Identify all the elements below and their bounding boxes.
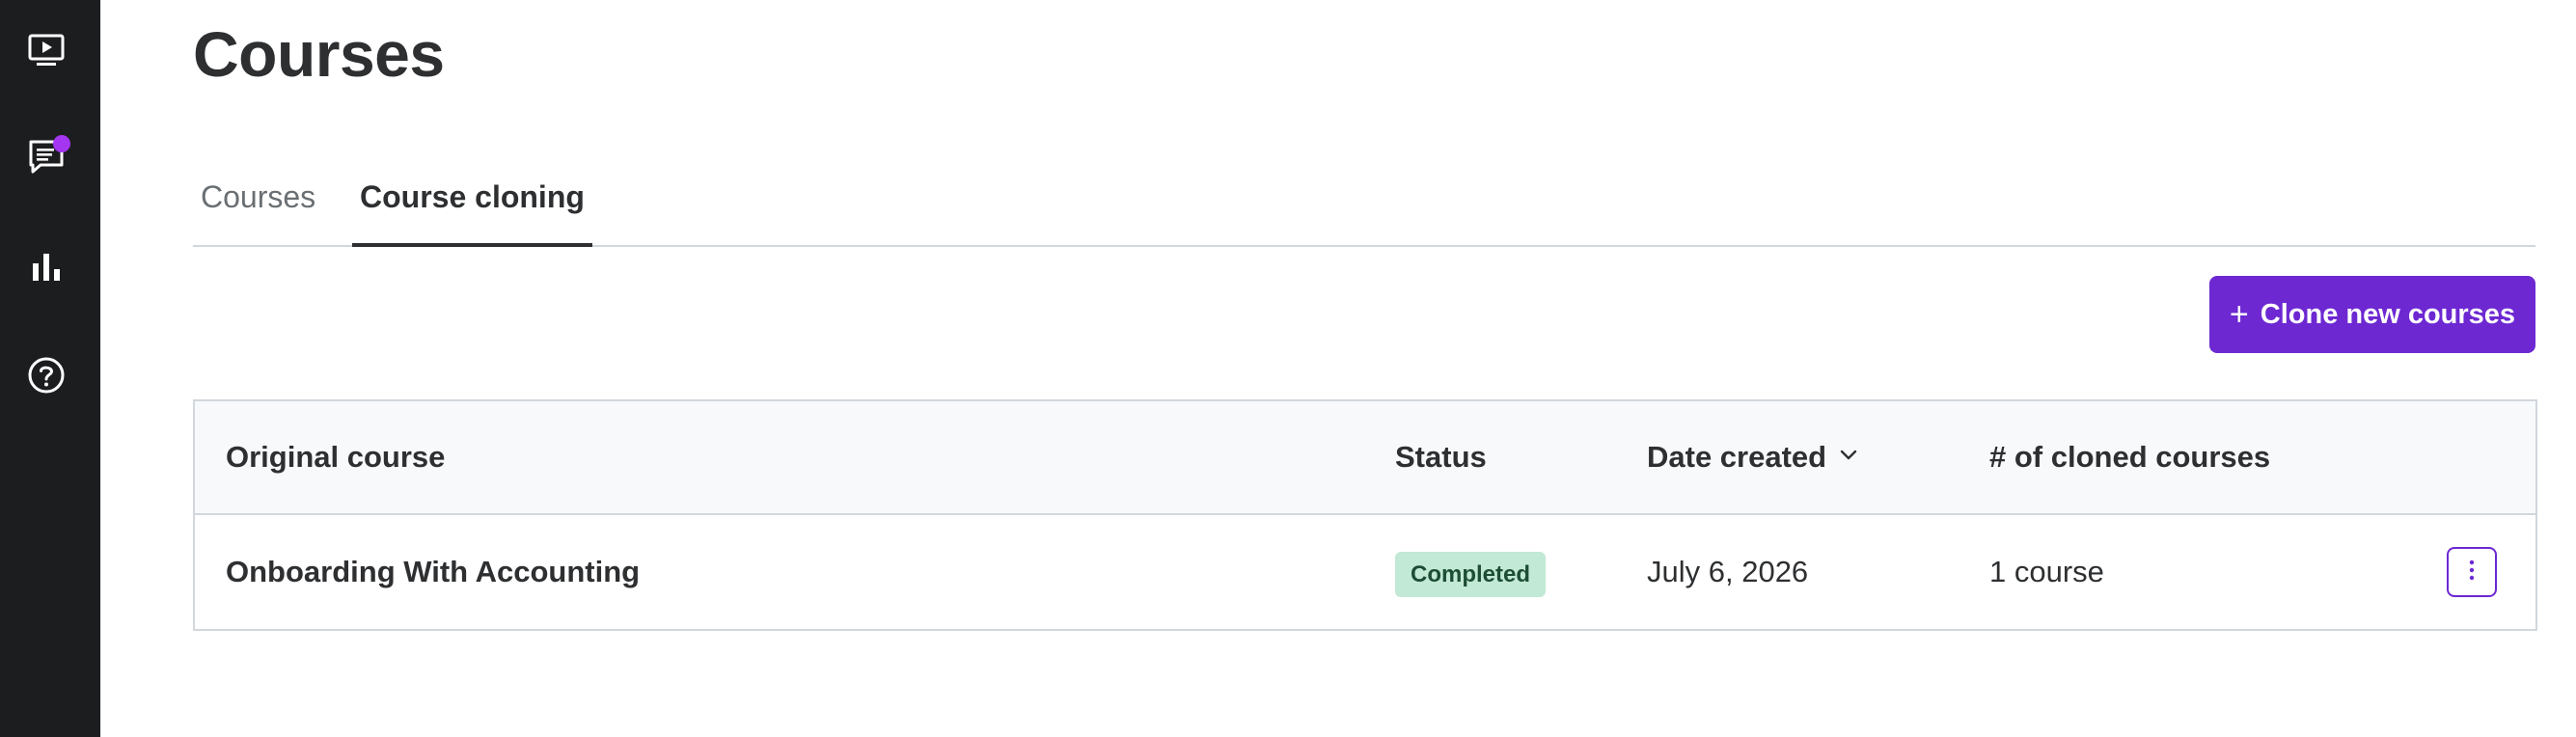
notification-badge: [53, 135, 70, 152]
help-icon[interactable]: [26, 355, 67, 396]
clone-button-label: Clone new courses: [2260, 298, 2516, 330]
column-header-cloned-courses: # of cloned courses: [1989, 440, 2271, 474]
status-cell: Completed: [1395, 552, 1547, 597]
date-created-value: July 6, 2026: [1647, 555, 1809, 588]
column-header-date-created[interactable]: Date created: [1647, 440, 1857, 475]
status-badge: Completed: [1395, 552, 1547, 597]
page-title: Courses: [193, 18, 445, 90]
sidebar: [0, 0, 100, 737]
tab-course-cloning[interactable]: Course cloning: [352, 179, 592, 247]
plus-icon: +: [2229, 296, 2249, 333]
tab-courses[interactable]: Courses: [193, 179, 323, 243]
chevron-down-icon[interactable]: [1840, 434, 1857, 469]
tab-bar: Courses Course cloning: [193, 154, 2535, 247]
table-row: Onboarding With Accounting Completed Jul…: [195, 515, 2535, 629]
date-created-label: Date created: [1647, 440, 1827, 474]
cloned-courses-count: 1 course: [1989, 555, 2104, 588]
clone-new-courses-button[interactable]: + Clone new courses: [2209, 276, 2535, 353]
bar-chart-icon[interactable]: [26, 247, 67, 287]
table-header: Original course Status Date created # of…: [195, 401, 2535, 515]
column-header-status: Status: [1395, 440, 1487, 474]
row-actions-button[interactable]: [2447, 547, 2497, 597]
cloned-courses-table: Original course Status Date created # of…: [193, 399, 2537, 631]
column-header-original-course: Original course: [226, 440, 446, 474]
more-vertical-icon: [2469, 560, 2475, 586]
original-course-name: Onboarding With Accounting: [226, 555, 641, 588]
main-content: Courses Courses Course cloning + Clone n…: [100, 0, 2576, 737]
video-player-icon[interactable]: [26, 30, 67, 70]
